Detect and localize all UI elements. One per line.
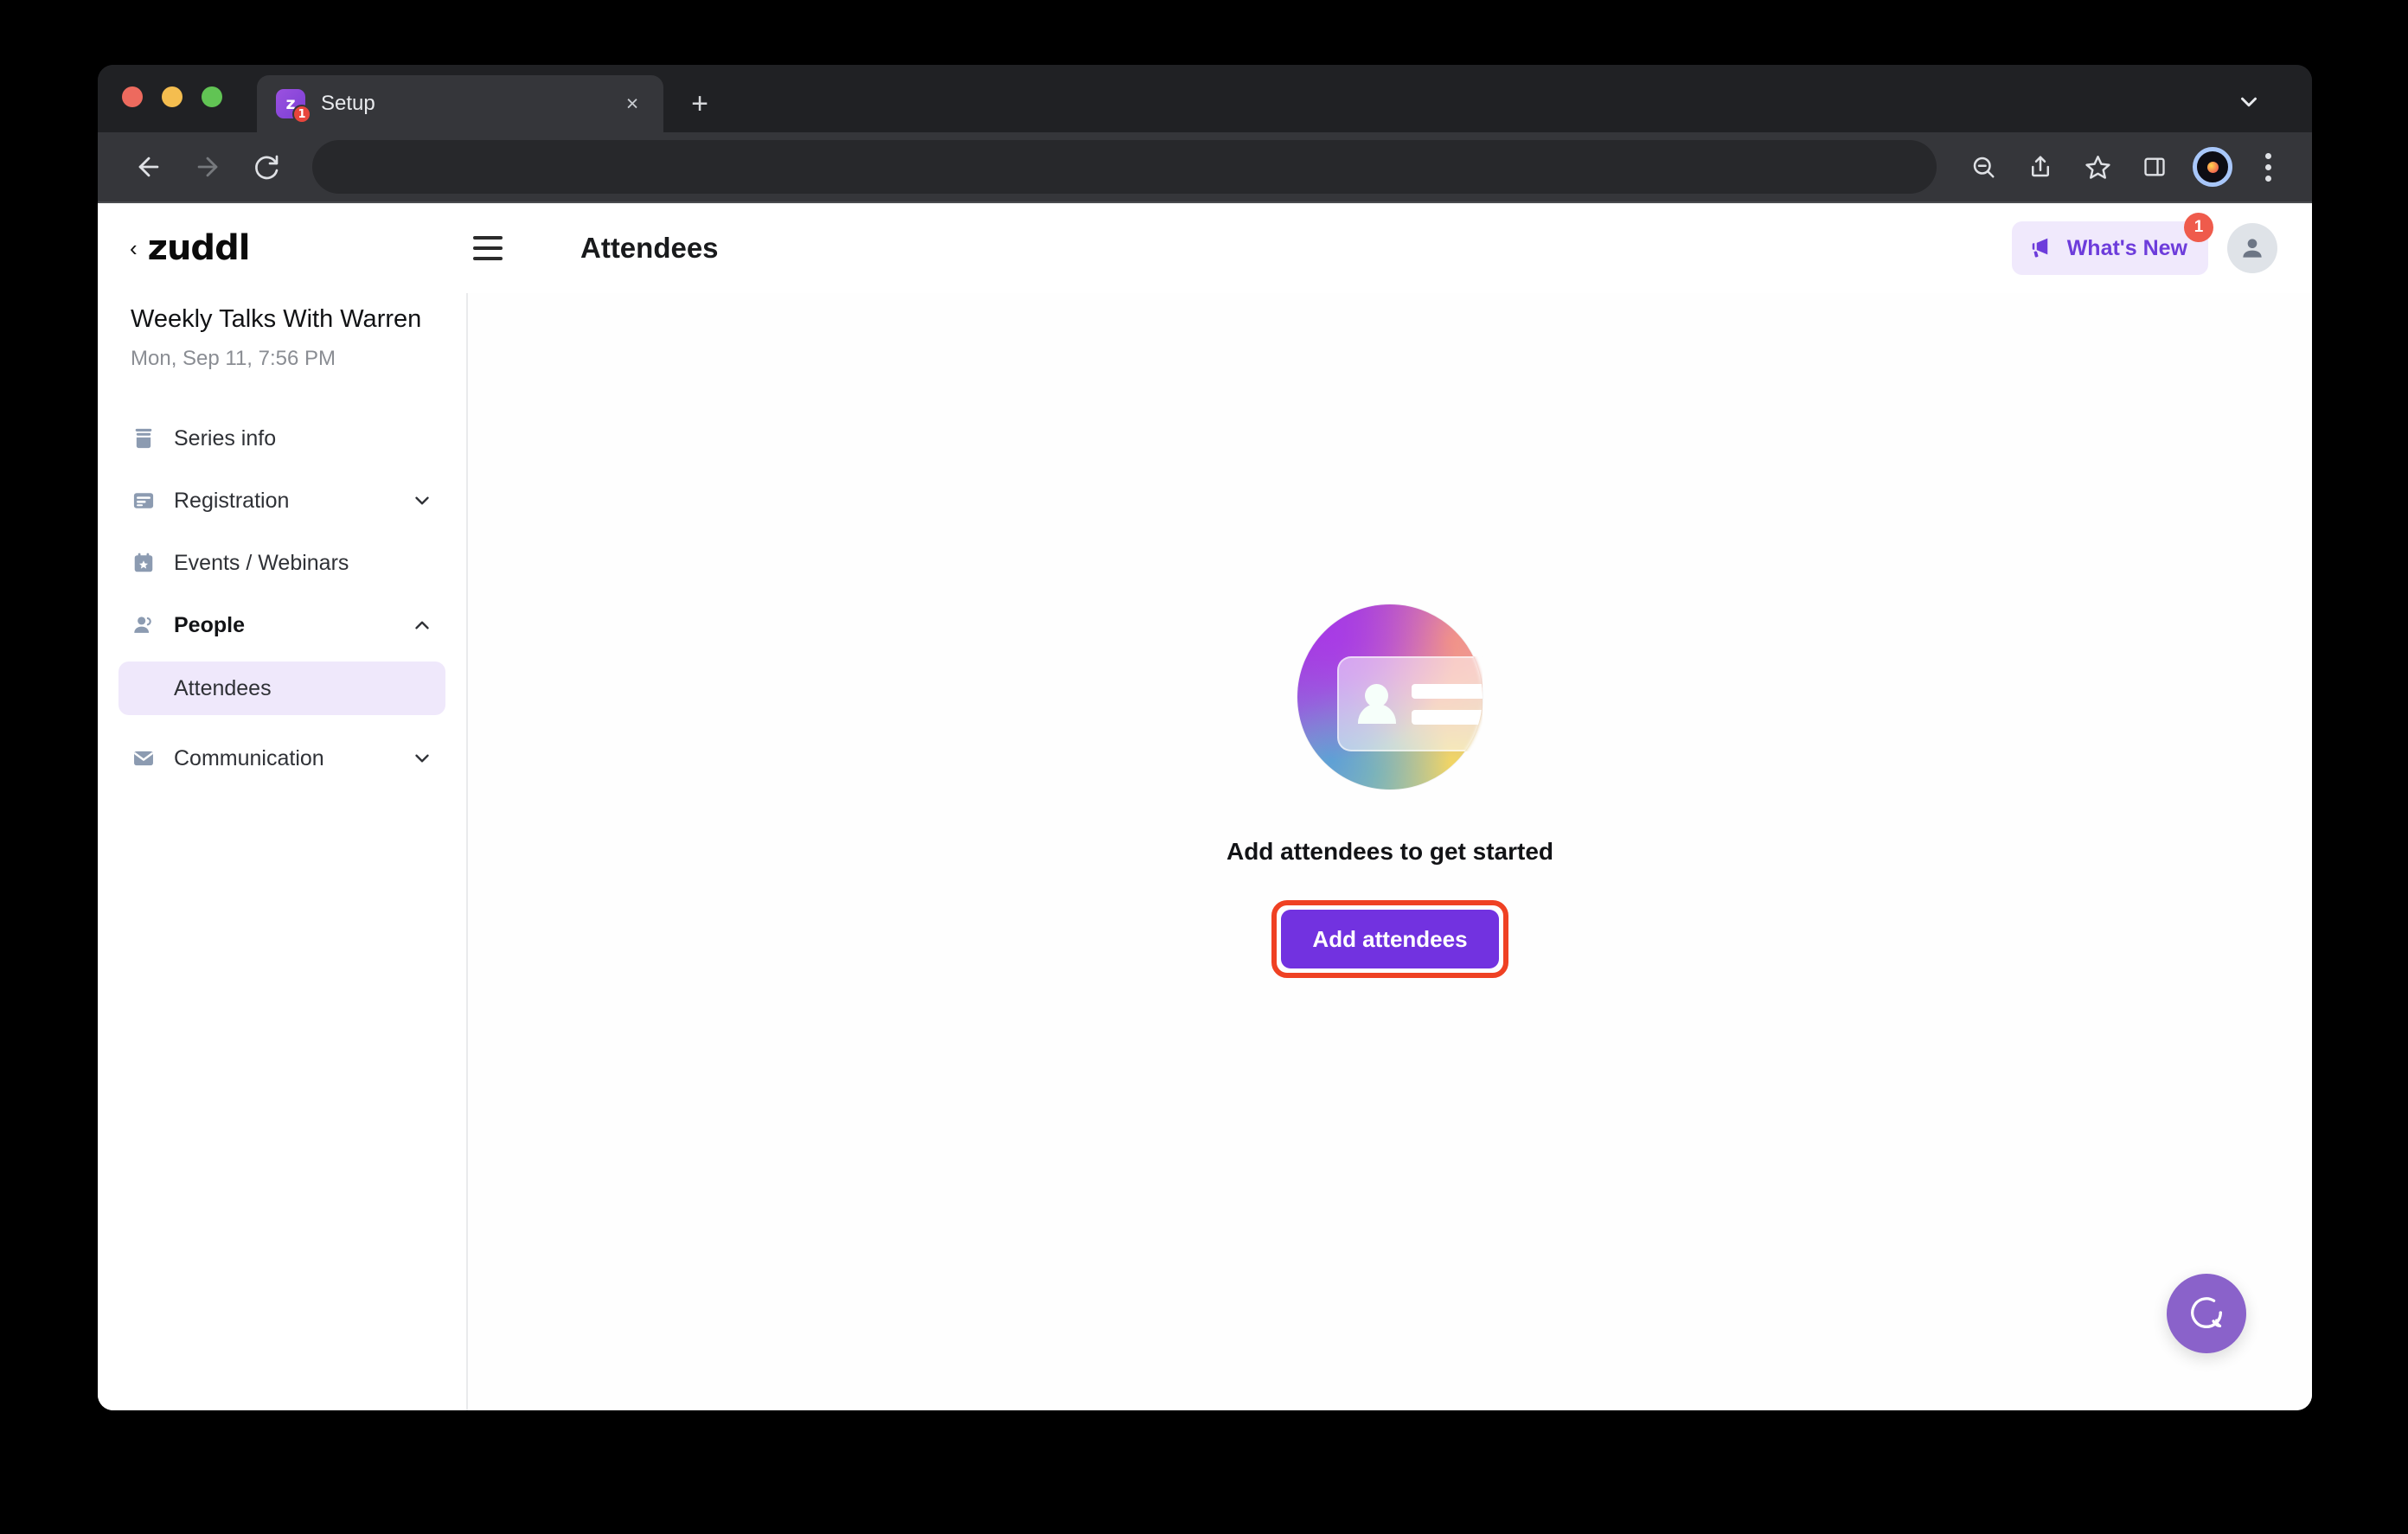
illustration-text-lines	[1412, 683, 1483, 725]
user-avatar[interactable]	[2227, 223, 2277, 273]
browser-menu-kebab-icon[interactable]	[2246, 143, 2290, 191]
sidebar-item-label: Series info	[174, 425, 277, 451]
form-icon	[131, 488, 157, 514]
event-date: Mon, Sep 11, 7:56 PM	[131, 347, 336, 371]
sidebar-item-label: Events / Webinars	[174, 550, 349, 575]
envelope-icon	[131, 745, 157, 771]
page-title: Attendees	[580, 232, 719, 264]
whats-new-button[interactable]: What's New 1	[2011, 213, 2213, 275]
sidebar-item-series-info[interactable]: Series info	[118, 407, 445, 470]
sidebar: Weekly Talks With Warren Mon, Sep 11, 7:…	[98, 293, 468, 1410]
sidebar-item-people[interactable]: People	[118, 594, 445, 656]
sidebar-toggle-hamburger-icon[interactable]	[473, 224, 522, 272]
browser-tab[interactable]: z 1 Setup ×	[257, 75, 663, 132]
sidebar-item-label: Registration	[174, 488, 290, 513]
tab-favicon-zuddl-icon: z 1	[276, 89, 311, 124]
whats-new-badge: 1	[2184, 213, 2213, 242]
bookmark-star-icon[interactable]	[2073, 143, 2122, 191]
sidebar-item-registration[interactable]: Registration	[118, 470, 445, 532]
reload-button[interactable]	[241, 142, 291, 192]
chevron-down-icon[interactable]	[411, 489, 433, 512]
whats-new-label: What's New	[2066, 235, 2187, 260]
sidebar-subitem-label: Attendees	[174, 675, 272, 700]
tab-strip: z 1 Setup × +	[98, 65, 2312, 132]
app-body: Weekly Talks With Warren Mon, Sep 11, 7:…	[98, 293, 2312, 1410]
favicon-notification-badge: 1	[292, 105, 311, 124]
event-title: Weekly Talks With Warren	[131, 305, 422, 333]
browser-toolbar	[98, 132, 2312, 203]
chevron-up-icon[interactable]	[411, 614, 433, 636]
sidebar-item-attendees[interactable]: Attendees	[118, 662, 445, 716]
back-chevron-icon[interactable]: ‹	[130, 237, 138, 259]
forward-button[interactable]	[183, 142, 233, 192]
people-icon	[131, 612, 157, 638]
maximize-window-button[interactable]	[202, 86, 222, 107]
add-attendees-button[interactable]: Add attendees	[1281, 910, 1499, 968]
sidebar-item-label: People	[174, 612, 245, 637]
profile-avatar-dot	[2206, 161, 2219, 173]
zoom-out-icon[interactable]	[1959, 143, 2008, 191]
help-chat-bubble-button[interactable]	[2167, 1274, 2246, 1353]
app-header: ‹ zuddl Attendees What's New 1	[98, 203, 2312, 293]
browser-profile-avatar-icon[interactable]	[2193, 147, 2232, 187]
tab-search-chevron-down-icon[interactable]	[2227, 80, 2270, 124]
calendar-star-icon	[131, 550, 157, 576]
new-tab-button[interactable]: +	[676, 80, 724, 128]
sidebar-nav-list: Series info Registration Events / Webina…	[118, 407, 445, 789]
sidebar-item-events-webinars[interactable]: Events / Webinars	[118, 532, 445, 594]
back-button[interactable]	[124, 142, 174, 192]
zuddl-logo[interactable]: zuddl	[148, 228, 251, 268]
share-icon[interactable]	[2016, 143, 2065, 191]
main-content: Add attendees to get started Add attende…	[468, 293, 2312, 1410]
illustration-person-icon	[1358, 684, 1396, 724]
close-tab-icon[interactable]: ×	[617, 88, 648, 119]
attendee-badge-card-illustration	[1297, 604, 1483, 789]
side-panel-icon[interactable]	[2130, 143, 2179, 191]
address-bar[interactable]	[312, 140, 1937, 194]
illustration-card	[1337, 656, 1483, 751]
sidebar-item-label: Communication	[174, 745, 324, 770]
chevron-down-icon[interactable]	[411, 747, 433, 770]
empty-state-heading: Add attendees to get started	[1226, 838, 1554, 865]
window-traffic-lights	[122, 65, 222, 132]
sidebar-item-communication[interactable]: Communication	[118, 727, 445, 789]
browser-window: z 1 Setup × + ‹ zuddl Attendees What's N…	[98, 65, 2312, 1410]
archive-icon	[131, 425, 157, 451]
add-attendees-highlight: Add attendees	[1271, 900, 1508, 978]
page-viewport: ‹ zuddl Attendees What's New 1 Weekly Ta…	[98, 203, 2312, 1410]
close-window-button[interactable]	[122, 86, 143, 107]
minimize-window-button[interactable]	[162, 86, 183, 107]
brand-block: ‹ zuddl	[98, 203, 468, 293]
megaphone-icon	[2029, 233, 2055, 264]
tab-title: Setup	[321, 92, 375, 115]
